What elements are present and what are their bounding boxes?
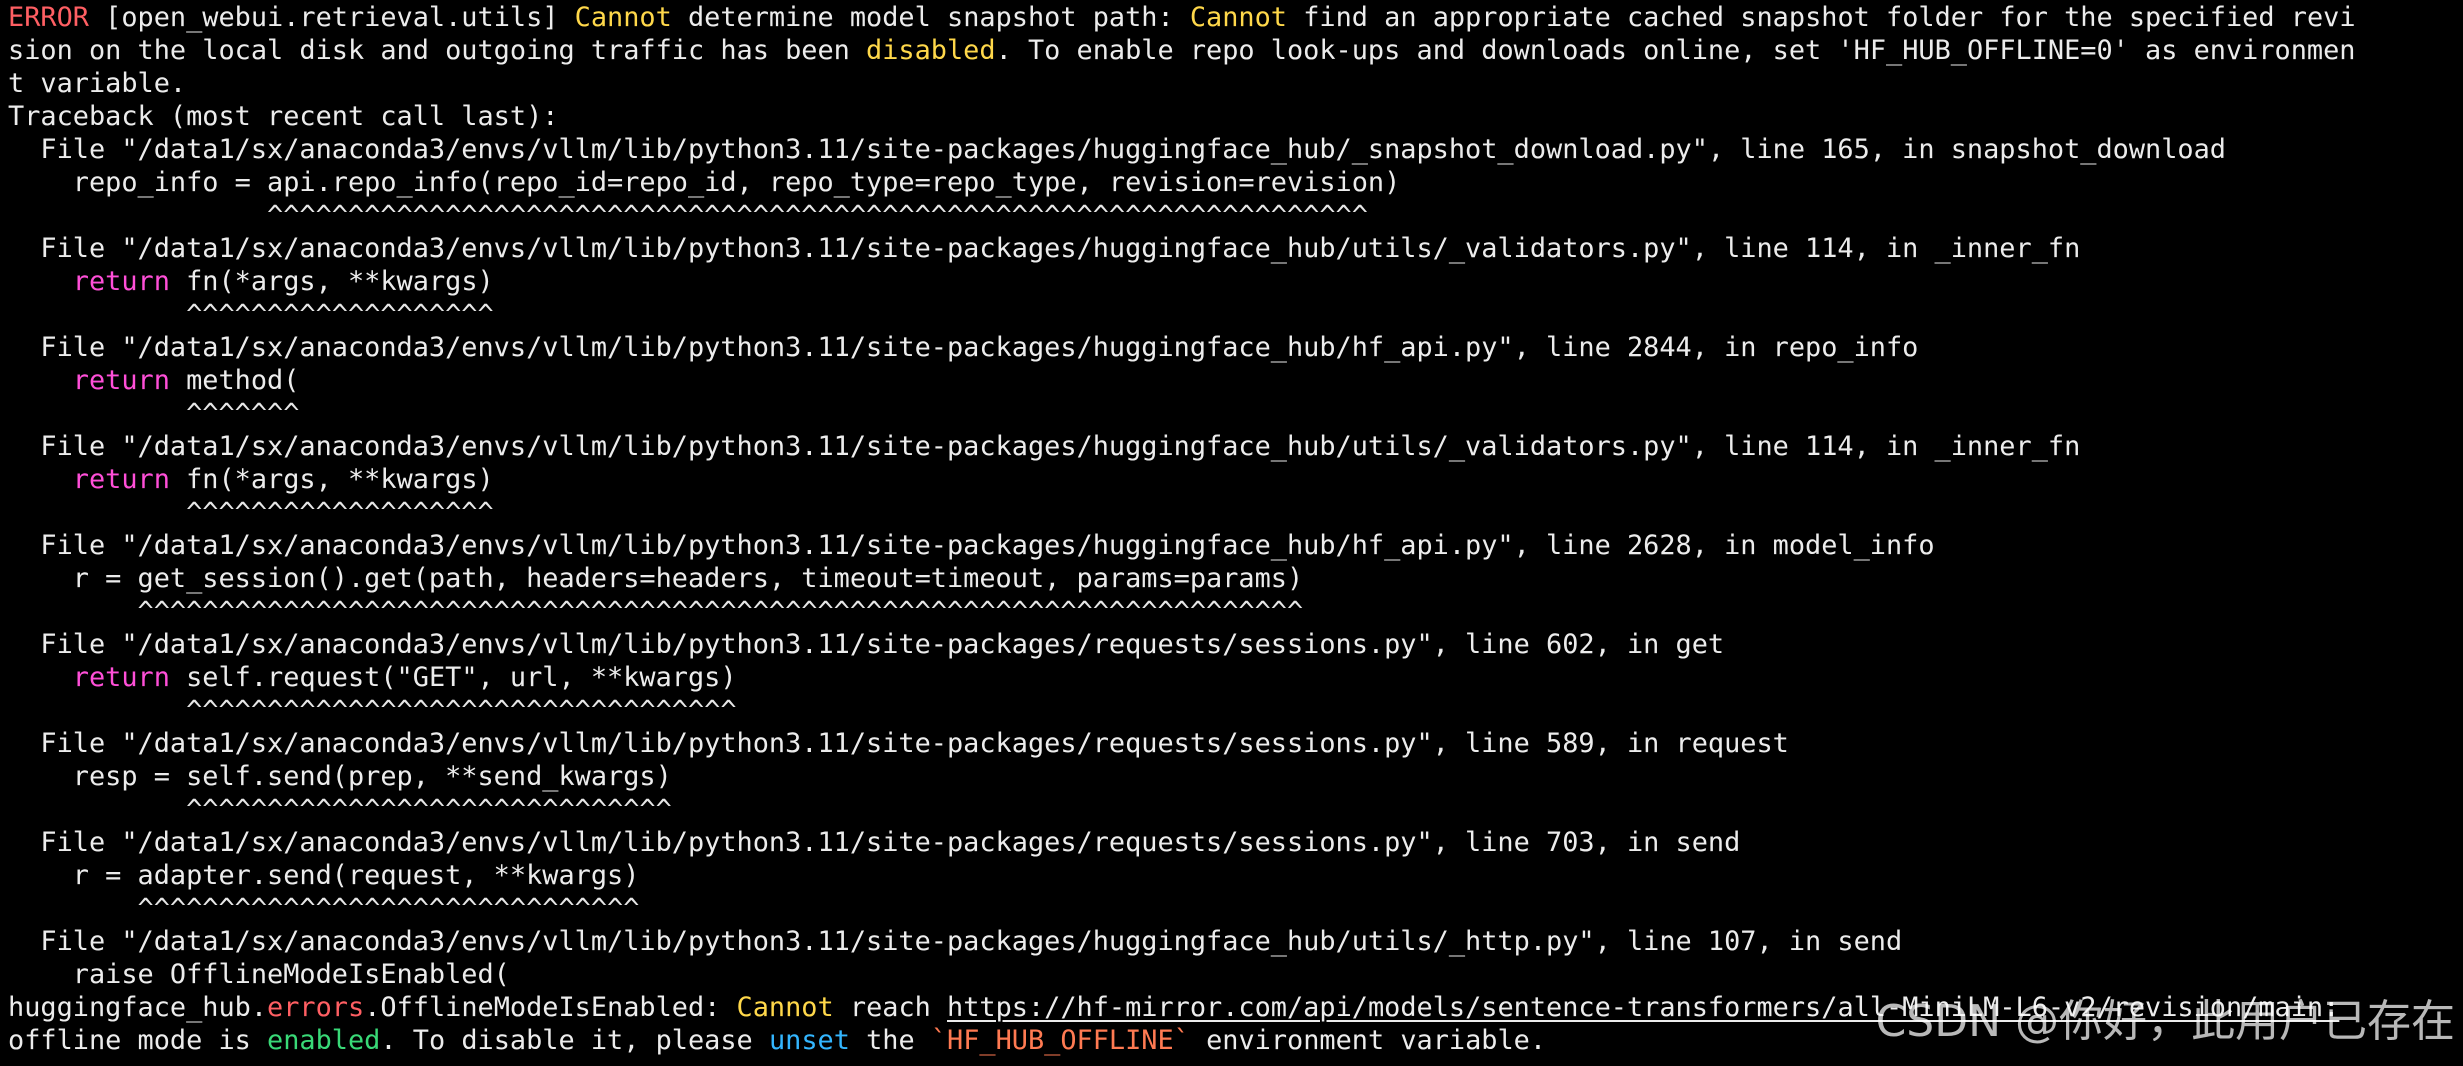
terminal-text-segment: unset <box>768 1025 850 1056</box>
terminal-line: File "/data1/sx/anaconda3/envs/vllm/lib/… <box>8 529 1935 562</box>
terminal-line: File "/data1/sx/anaconda3/envs/vllm/lib/… <box>8 232 2080 265</box>
terminal-line: File "/data1/sx/anaconda3/envs/vllm/lib/… <box>8 826 1740 859</box>
terminal-text-segment: . To disable it, please <box>380 1025 769 1056</box>
terminal-line: return fn(*args, **kwargs) <box>8 265 494 298</box>
terminal-text-segment: File "/data1/sx/anaconda3/envs/vllm/lib/… <box>8 629 1725 660</box>
terminal-line: Traceback (most recent call last): <box>8 100 558 133</box>
terminal-text-segment: . To enable repo look-ups and downloads … <box>995 35 2356 66</box>
terminal-text-segment: environment variable. <box>1189 1025 1547 1056</box>
terminal-line: File "/data1/sx/anaconda3/envs/vllm/lib/… <box>8 430 2080 463</box>
terminal-text-segment: method( <box>169 365 300 396</box>
terminal-text-segment: File "/data1/sx/anaconda3/envs/vllm/lib/… <box>8 728 1789 759</box>
terminal-text-segment: [open_webui.retrieval.utils] <box>88 2 575 33</box>
terminal-text-segment: ^^^^^^^^^^^^^^^^^^^^^^^^^^^^^^^^^^^^^^^^… <box>8 596 1304 627</box>
terminal-text-segment: ^^^^^^^^^^^^^^^^^^^^^^^^^^^^^^ <box>8 794 672 825</box>
terminal-line: ^^^^^^^^^^^^^^^^^^^^^^^^^^^^^^^^^^ <box>8 694 737 727</box>
terminal-line: r = adapter.send(request, **kwargs) <box>8 859 640 892</box>
terminal-text-segment: self.request("GET", url, **kwargs) <box>169 662 737 693</box>
terminal-text-segment: enabled <box>267 1025 381 1056</box>
terminal-line: File "/data1/sx/anaconda3/envs/vllm/lib/… <box>8 727 1789 760</box>
terminal-text-segment: ^^^^^^^^^^^^^^^^^^^^^^^^^^^^^^^^^^ <box>8 695 737 726</box>
terminal-line: File "/data1/sx/anaconda3/envs/vllm/lib/… <box>8 628 1724 661</box>
terminal-line: return method( <box>8 364 300 397</box>
terminal-line: ^^^^^^^^^^^^^^^^^^^^^^^^^^^^^^^^^^^^^^^^… <box>8 595 1304 628</box>
csdn-watermark: CSDN @你好，此用户已存在 <box>1875 996 2455 1047</box>
terminal-text-segment: offline mode is <box>8 1025 268 1056</box>
terminal-text-segment: Cannot <box>1189 2 1287 33</box>
terminal-line: File "/data1/sx/anaconda3/envs/vllm/lib/… <box>8 133 2226 166</box>
terminal-text-segment: disabled <box>866 35 996 66</box>
terminal-text-segment: Traceback (most recent call last): <box>8 101 559 132</box>
terminal-text-segment: sion on the local disk and outgoing traf… <box>8 35 867 66</box>
terminal-line: sion on the local disk and outgoing traf… <box>8 34 2356 67</box>
terminal-text-segment: ^^^^^^^^^^^^^^^^^^^ <box>8 497 494 528</box>
terminal-line: ^^^^^^^ <box>8 397 299 430</box>
terminal-text-segment: reach <box>833 992 948 1023</box>
terminal-text-segment: fn(*args, **kwargs) <box>169 464 494 495</box>
terminal-line: ^^^^^^^^^^^^^^^^^^^ <box>8 496 494 529</box>
terminal-text-segment: return <box>72 365 170 396</box>
terminal-text-segment: raise OfflineModeIsEnabled( <box>8 959 510 990</box>
terminal-line: resp = self.send(prep, **send_kwargs) <box>8 760 672 793</box>
terminal-output[interactable]: ERROR [open_webui.retrieval.utils] Canno… <box>0 0 2463 1066</box>
terminal-text-segment: huggingface_hub. <box>8 992 268 1023</box>
terminal-text-segment: File "/data1/sx/anaconda3/envs/vllm/lib/… <box>8 134 2226 165</box>
terminal-text-segment: find an appropriate cached snapshot fold… <box>1287 2 2356 33</box>
terminal-text-segment: ^^^^^^^^^^^^^^^^^^^^^^^^^^^^^^^ <box>8 893 640 924</box>
terminal-line: File "/data1/sx/anaconda3/envs/vllm/lib/… <box>8 331 1918 364</box>
terminal-line: ERROR [open_webui.retrieval.utils] Canno… <box>8 1 2356 34</box>
terminal-text-segment: return <box>72 464 170 495</box>
terminal-text-segment: ^^^^^^^^^^^^^^^^^^^ <box>8 299 494 330</box>
terminal-line: return self.request("GET", url, **kwargs… <box>8 661 737 694</box>
terminal-line: File "/data1/sx/anaconda3/envs/vllm/lib/… <box>8 925 1902 958</box>
terminal-line: ^^^^^^^^^^^^^^^^^^^ <box>8 298 494 331</box>
terminal-text-segment: fn(*args, **kwargs) <box>169 266 494 297</box>
terminal-line: raise OfflineModeIsEnabled( <box>8 958 510 991</box>
terminal-line: ^^^^^^^^^^^^^^^^^^^^^^^^^^^^^^^^^^^^^^^^… <box>8 199 1368 232</box>
terminal-text-segment: ^^^^^^^ <box>8 398 300 429</box>
terminal-line: t variable. <box>8 67 186 100</box>
terminal-line: ^^^^^^^^^^^^^^^^^^^^^^^^^^^^^^^ <box>8 892 640 925</box>
terminal-text-segment: ERROR <box>8 2 89 33</box>
terminal-text-segment: File "/data1/sx/anaconda3/envs/vllm/lib/… <box>8 926 1903 957</box>
terminal-text-segment: r = get_session().get(path, headers=head… <box>8 563 1304 594</box>
terminal-text-segment: Cannot <box>736 992 834 1023</box>
terminal-text-segment: File "/data1/sx/anaconda3/envs/vllm/lib/… <box>8 827 1741 858</box>
terminal-line: repo_info = api.repo_info(repo_id=repo_i… <box>8 166 1401 199</box>
terminal-text-segment: File "/data1/sx/anaconda3/envs/vllm/lib/… <box>8 431 2081 462</box>
terminal-text-segment: return <box>72 266 170 297</box>
terminal-text-segment: File "/data1/sx/anaconda3/envs/vllm/lib/… <box>8 233 2081 264</box>
terminal-text-segment: the <box>849 1025 931 1056</box>
terminal-text-segment: return <box>72 662 170 693</box>
terminal-text-segment: File "/data1/sx/anaconda3/envs/vllm/lib/… <box>8 530 1935 561</box>
terminal-text-segment: determine model snapshot path: <box>671 2 1190 33</box>
terminal-text-segment: repo_info = api.repo_info(repo_id=repo_i… <box>8 167 1401 198</box>
terminal-text-segment: r = adapter.send(request, **kwargs) <box>8 860 640 891</box>
terminal-line: return fn(*args, **kwargs) <box>8 463 494 496</box>
terminal-text-segment: .OfflineModeIsEnabled: <box>364 992 737 1023</box>
terminal-line: ^^^^^^^^^^^^^^^^^^^^^^^^^^^^^^ <box>8 793 672 826</box>
terminal-text-segment: File "/data1/sx/anaconda3/envs/vllm/lib/… <box>8 332 1919 363</box>
terminal-text-segment: resp = self.send(prep, **send_kwargs) <box>8 761 672 792</box>
terminal-text-segment: `HF_HUB_OFFLINE` <box>930 1025 1190 1056</box>
terminal-line: offline mode is enabled. To disable it, … <box>8 1024 1546 1057</box>
terminal-text-segment: Cannot <box>574 2 672 33</box>
terminal-text-segment: t variable. <box>8 68 187 99</box>
terminal-text-segment: errors <box>267 992 365 1023</box>
terminal-line: r = get_session().get(path, headers=head… <box>8 562 1303 595</box>
terminal-text-segment: ^^^^^^^^^^^^^^^^^^^^^^^^^^^^^^^^^^^^^^^^… <box>8 200 1368 231</box>
